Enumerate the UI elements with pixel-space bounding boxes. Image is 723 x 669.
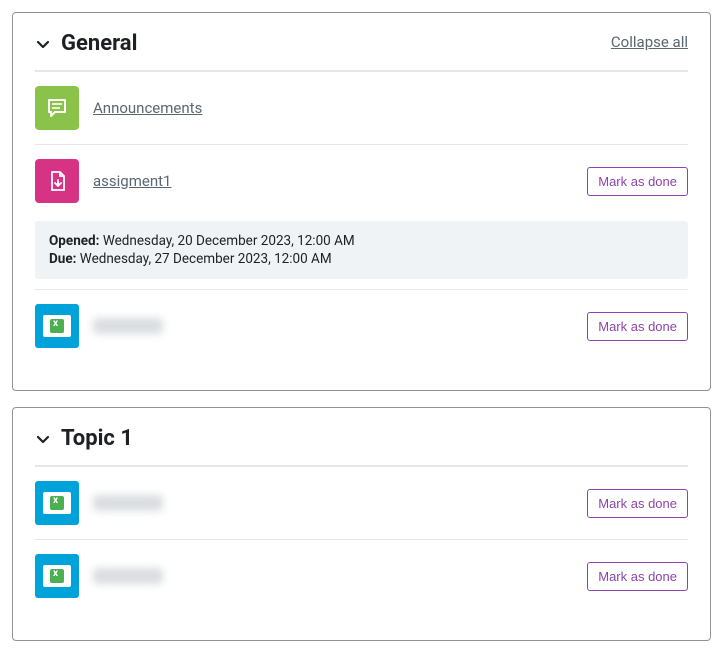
section-title[interactable]: Topic 1 bbox=[61, 426, 133, 451]
section-topic-1: Topic 1 Mark as done Mark as done bbox=[12, 407, 711, 641]
activity-link-announcements[interactable]: Announcements bbox=[93, 99, 202, 117]
activity-row: Mark as done bbox=[35, 466, 688, 539]
chevron-down-icon[interactable] bbox=[35, 36, 51, 52]
mark-done-button[interactable]: Mark as done bbox=[587, 167, 688, 196]
section-general: General Collapse all Announcements assig… bbox=[12, 12, 711, 391]
mark-done-button[interactable]: Mark as done bbox=[587, 312, 688, 341]
activity-row: Announcements bbox=[35, 71, 688, 144]
activity-link-blurred[interactable] bbox=[93, 318, 163, 334]
activity-row: assigment1 Mark as done bbox=[35, 144, 688, 217]
opened-label: Opened: bbox=[49, 233, 99, 249]
assignment-icon bbox=[35, 159, 79, 203]
spreadsheet-icon bbox=[35, 304, 79, 348]
mark-done-button[interactable]: Mark as done bbox=[587, 562, 688, 591]
chevron-down-icon[interactable] bbox=[35, 431, 51, 447]
activity-link-blurred[interactable] bbox=[93, 568, 163, 584]
collapse-all-link[interactable]: Collapse all bbox=[611, 33, 688, 51]
activity-link-assigment1[interactable]: assigment1 bbox=[93, 172, 171, 190]
section-title[interactable]: General bbox=[61, 31, 137, 56]
section-header: General Collapse all bbox=[35, 31, 688, 71]
activity-dates: Opened: Wednesday, 20 December 2023, 12:… bbox=[35, 221, 688, 279]
spreadsheet-icon bbox=[35, 554, 79, 598]
activity-row: Mark as done bbox=[35, 539, 688, 612]
section-header: Topic 1 bbox=[35, 426, 688, 466]
opened-value: Wednesday, 20 December 2023, 12:00 AM bbox=[103, 233, 355, 249]
activity-row: Mark as done bbox=[35, 289, 688, 362]
mark-done-button[interactable]: Mark as done bbox=[587, 489, 688, 518]
spreadsheet-icon bbox=[35, 481, 79, 525]
due-label: Due: bbox=[49, 251, 76, 267]
forum-icon bbox=[35, 86, 79, 130]
activity-link-blurred[interactable] bbox=[93, 495, 163, 511]
due-value: Wednesday, 27 December 2023, 12:00 AM bbox=[80, 251, 332, 267]
